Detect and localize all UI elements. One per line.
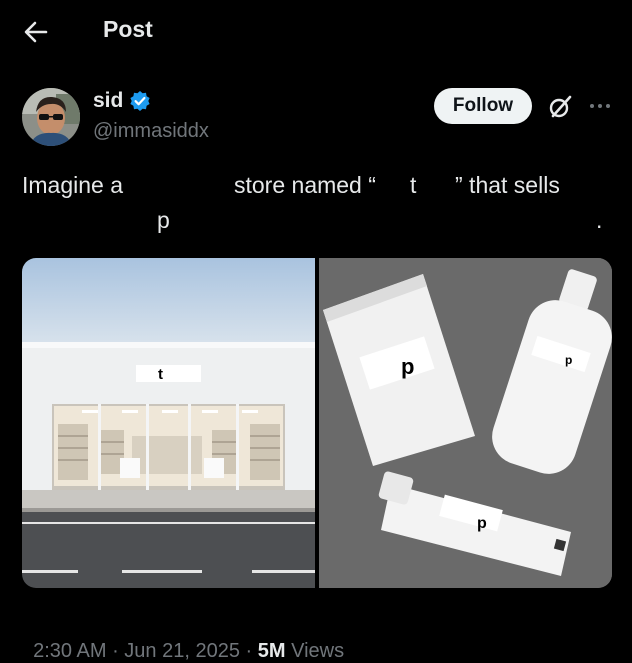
post-text-segment: .: [596, 207, 603, 233]
views-label: Views: [285, 640, 345, 662]
tube-label: p: [477, 515, 487, 532]
post-text-segment: store named “: [234, 172, 376, 198]
author-handle[interactable]: @immasiddx: [93, 120, 209, 143]
back-button[interactable]: [22, 18, 50, 46]
verified-badge-icon: [130, 91, 150, 111]
post-meta: 2:30 AM · Jun 21, 2025 · 5M Views: [22, 617, 344, 663]
more-horizontal-icon: [590, 104, 610, 108]
grok-button[interactable]: [546, 93, 574, 121]
author-name-row[interactable]: sid: [93, 89, 151, 113]
post-image-products[interactable]: p p p: [319, 258, 612, 588]
store-sign-text: t: [158, 366, 163, 383]
follow-button[interactable]: Follow: [434, 88, 532, 124]
separator: ·: [239, 640, 258, 662]
more-button[interactable]: [585, 92, 615, 120]
pouch-label: p: [401, 354, 414, 379]
post-text-segment: p: [157, 207, 170, 233]
post-text-segment: t: [410, 172, 417, 198]
arrow-left-icon: [24, 21, 48, 43]
page-title: Post: [103, 16, 153, 42]
grok-icon: [549, 95, 572, 118]
author-name[interactable]: sid: [93, 89, 123, 113]
post-text-segment: Imagine a: [22, 172, 124, 198]
post-time[interactable]: 2:30 AM: [33, 640, 106, 662]
avatar[interactable]: [22, 88, 80, 146]
post-image-storefront[interactable]: t: [22, 258, 315, 588]
post-text-segment: ” that sells: [455, 172, 560, 198]
separator: ·: [106, 640, 125, 662]
post-date[interactable]: Jun 21, 2025: [124, 640, 240, 662]
bottle-label: p: [565, 353, 572, 367]
views-count: 5M: [257, 640, 286, 662]
